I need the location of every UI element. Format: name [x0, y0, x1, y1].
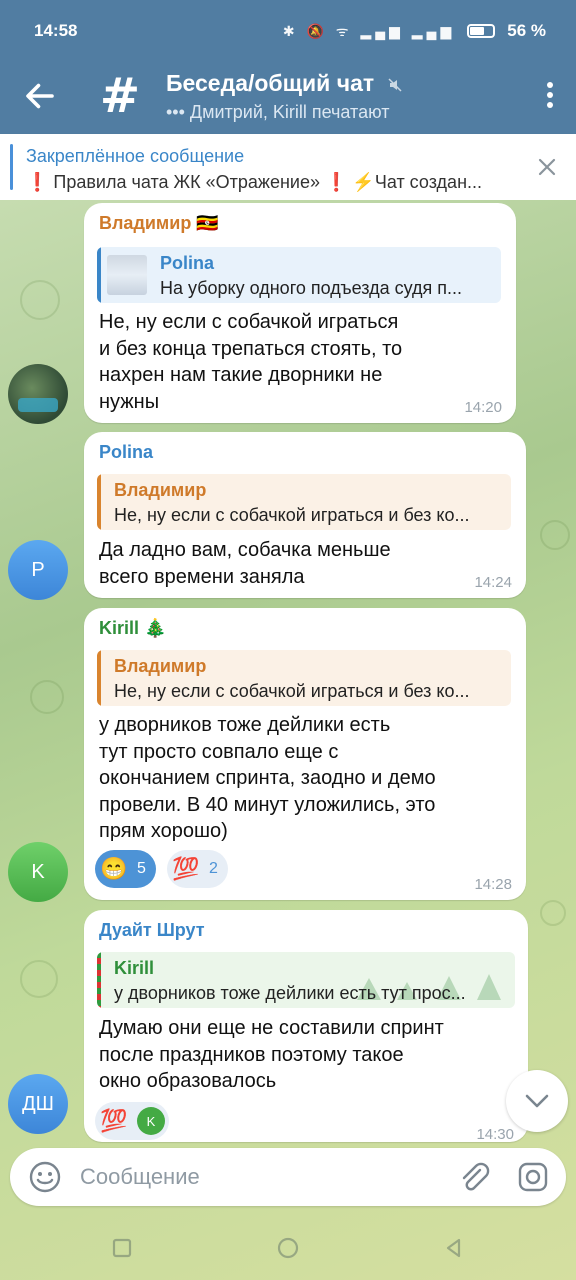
status-time: 14:58: [34, 21, 78, 40]
chat-title[interactable]: Беседа/общий чат: [166, 70, 403, 97]
wallpaper-doodle: [20, 280, 60, 320]
avatar-initials: P: [31, 558, 45, 581]
message-line: тут просто совпало еще с: [99, 740, 339, 763]
message-text: Думаю они еще не составили спринт после …: [99, 1015, 444, 1095]
message-line: Да ладно вам, собачка меньше: [99, 539, 391, 561]
recents-icon[interactable]: [110, 1236, 134, 1260]
pinned-message[interactable]: Закреплённое сообщение ❗ Правила чата ЖК…: [0, 134, 576, 200]
grin-emoji-icon: 😁: [100, 856, 128, 881]
avatar[interactable]: P: [8, 540, 68, 600]
message-text: Не, ну если с собачкой играться и без ко…: [99, 309, 402, 415]
message-composer: [10, 1148, 566, 1206]
message-bubble[interactable]: Polina Владимир Не, ну если с собачкой и…: [84, 432, 526, 598]
reaction-count: 5: [137, 860, 146, 877]
message-line: Думаю они еще не составили спринт: [99, 1017, 444, 1039]
scroll-down-button[interactable]: [506, 1070, 568, 1132]
sender-name[interactable]: Дуайт Шрут: [99, 920, 205, 941]
sender-name[interactable]: Kirill 🎄: [99, 618, 166, 639]
home-icon[interactable]: [276, 1236, 300, 1260]
status-icons-group: ✱ 🔕 ᯤ ▂▄▆ ▂▄▆ 56 %: [283, 21, 546, 41]
reply-preview[interactable]: Polina На уборку одного подъезда судя п.…: [97, 247, 501, 303]
message-time: 14:24: [474, 574, 512, 591]
avatar-initials: K: [31, 860, 45, 883]
message-line: и без конца трепаться стоять, то: [99, 337, 403, 360]
wallpaper-doodle: [20, 960, 58, 998]
status-bar: 14:58 ✱ 🔕 ᯤ ▂▄▆ ▂▄▆ 56 %: [0, 0, 576, 62]
chevron-down-icon: [525, 1094, 549, 1108]
signal-icons: ✱ 🔕 ᯤ ▂▄▆ ▂▄▆: [282, 22, 456, 39]
reply-text: у дворников тоже дейлики есть тут прос..…: [114, 983, 466, 1003]
battery-percent: 56 %: [507, 21, 546, 40]
message-line: нахрен нам такие дворники не: [99, 364, 383, 386]
message-text: у дворников тоже дейлики есть тут просто…: [99, 712, 436, 845]
message-line: всего времени заняла: [99, 565, 305, 588]
reply-text: Не, ну если с собачкой играться и без ко…: [114, 505, 470, 525]
message-line: Не, ну если с собачкой играться: [99, 311, 399, 333]
message-line: прям хорошо): [99, 820, 228, 842]
message-bubble[interactable]: Дуайт Шрут Kirill у дворников тоже дейли…: [84, 910, 528, 1143]
reactor-avatar: K: [137, 1107, 165, 1135]
reply-name: Владимир: [114, 656, 207, 676]
reply-text: На уборку одного подъезда судя п...: [160, 278, 462, 298]
sender-name-text: Владимир: [99, 213, 192, 233]
message-time: 14:30: [476, 1126, 514, 1143]
message-bubble[interactable]: Владимир 🇺🇬 Polina На уборку одного подъ…: [84, 203, 516, 423]
emoji-icon[interactable]: [28, 1160, 62, 1194]
reply-name: Kirill: [114, 958, 155, 978]
pinned-title: Закреплённое сообщение: [26, 146, 245, 166]
sender-name-text: Kirill: [99, 618, 140, 638]
message-line: у дворников тоже дейлики есть: [99, 714, 391, 736]
pinned-accent-bar: [10, 144, 13, 190]
tree-emoji-icon: 🎄: [144, 618, 167, 638]
system-navigation-bar: [0, 1214, 576, 1280]
reaction-chip[interactable]: 😁 5: [95, 850, 156, 888]
wallpaper-doodle: [540, 900, 566, 926]
group-avatar-hash-icon[interactable]: #: [96, 72, 144, 120]
message-line: провели. В 40 минут уложились, это: [99, 793, 436, 816]
camera-icon[interactable]: [516, 1160, 550, 1194]
avatar-initials: ДШ: [22, 1092, 54, 1115]
reaction-count: 2: [209, 860, 218, 877]
message-line: после праздников поэтому такое: [99, 1043, 404, 1066]
battery-icon: [467, 24, 496, 38]
reply-preview[interactable]: Владимир Не, ну если с собачкой играться…: [97, 474, 511, 530]
hundred-emoji-icon: 💯: [172, 856, 200, 881]
close-icon[interactable]: [536, 156, 558, 178]
message-line: окончанием спринта, заодно и демо: [99, 767, 436, 789]
chat-title-text: Беседа/общий чат: [166, 70, 375, 96]
chat-header: # Беседа/общий чат ••• Дмитрий, Kirill п…: [0, 62, 576, 134]
avatar[interactable]: K: [8, 842, 68, 902]
message-line: окно образовалось: [99, 1070, 277, 1092]
reaction-chip[interactable]: 💯 2: [167, 850, 228, 888]
reply-name: Polina: [160, 253, 215, 273]
reply-name: Владимир: [114, 480, 207, 500]
message-line: нужны: [99, 390, 160, 413]
message-text: Да ладно вам, собачка меньше всего време…: [99, 537, 391, 590]
sender-flag-icon: 🇺🇬: [196, 213, 219, 233]
message-input[interactable]: [80, 1162, 440, 1192]
pinned-text: ❗ Правила чата ЖК «Отражение» ❗ ⚡Чат соз…: [26, 172, 483, 192]
typing-indicator: ••• Дмитрий, Kirill печатают: [166, 102, 390, 122]
reply-preview[interactable]: Kirill у дворников тоже дейлики есть тут…: [97, 952, 515, 1008]
paperclip-icon[interactable]: [456, 1160, 490, 1194]
message-time: 14:28: [474, 876, 512, 893]
sender-name[interactable]: Владимир 🇺🇬: [99, 213, 219, 234]
back-nav-icon[interactable]: [442, 1236, 466, 1260]
more-menu-icon[interactable]: [546, 82, 554, 112]
wallpaper-doodle: [30, 680, 64, 714]
avatar[interactable]: ДШ: [8, 1074, 68, 1134]
hundred-emoji-icon: 💯: [100, 1108, 128, 1133]
avatar[interactable]: [8, 364, 68, 424]
reply-text: Не, ну если с собачкой играться и без ко…: [114, 681, 470, 701]
wallpaper-doodle: [540, 520, 570, 550]
reply-thumbnail-image: [107, 255, 147, 295]
message-time: 14:20: [464, 399, 502, 416]
muted-icon: [387, 78, 402, 92]
back-arrow-icon[interactable]: [22, 78, 58, 114]
reply-preview[interactable]: Владимир Не, ну если с собачкой играться…: [97, 650, 511, 706]
reaction-chip[interactable]: 💯 K: [95, 1102, 169, 1140]
message-bubble[interactable]: Kirill 🎄 Владимир Не, ну если с собачкой…: [84, 608, 526, 900]
sender-name[interactable]: Polina: [99, 442, 153, 463]
